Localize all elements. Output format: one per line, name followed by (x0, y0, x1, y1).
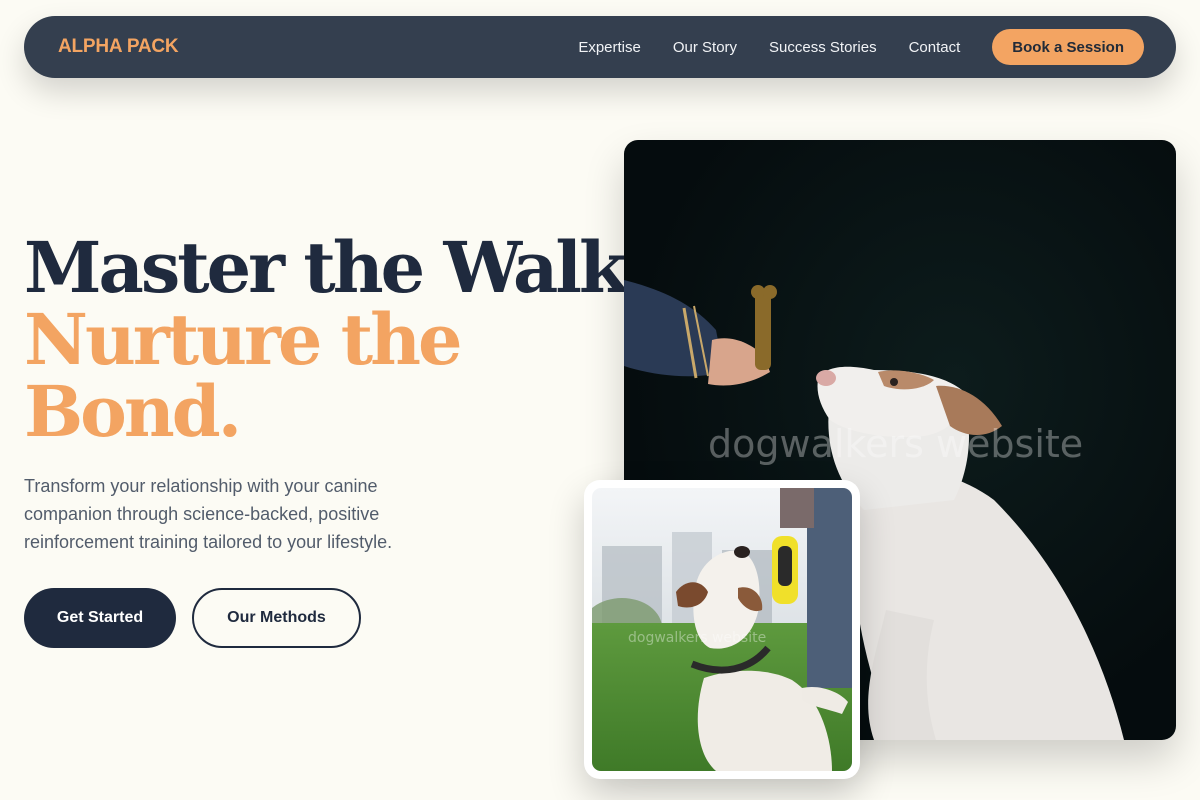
nav-link-success-stories[interactable]: Success Stories (769, 39, 877, 56)
our-methods-button[interactable]: Our Methods (192, 588, 361, 648)
hero-inset-card: dogwalkers website (584, 480, 860, 779)
headline-line-1: Master the Walk, (24, 226, 649, 309)
hero-headline: Master the Walk, Nurture the Bond. (24, 226, 649, 453)
nav-link-contact[interactable]: Contact (909, 39, 961, 56)
nav-link-our-story[interactable]: Our Story (673, 39, 737, 56)
nav-link-expertise[interactable]: Expertise (578, 39, 641, 56)
headline-line-3: Bond. (24, 370, 242, 453)
inset-photo-watermark: dogwalkers website (628, 630, 767, 646)
brand-logo[interactable]: ALPHA PACK (58, 36, 179, 58)
book-session-button[interactable]: Book a Session (992, 29, 1144, 65)
hero-subtitle: Transform your relationship with your ca… (24, 476, 393, 552)
headline-line-2: Nurture the (24, 298, 463, 381)
get-started-button[interactable]: Get Started (24, 588, 176, 648)
navbar: ALPHA PACK Expertise Our Story Success S… (24, 16, 1176, 78)
hero-inset-photo: dogwalkers website (592, 488, 852, 771)
main-photo-watermark: dogwalkers website (708, 422, 1084, 466)
nav-links: Expertise Our Story Success Stories Cont… (578, 39, 960, 56)
